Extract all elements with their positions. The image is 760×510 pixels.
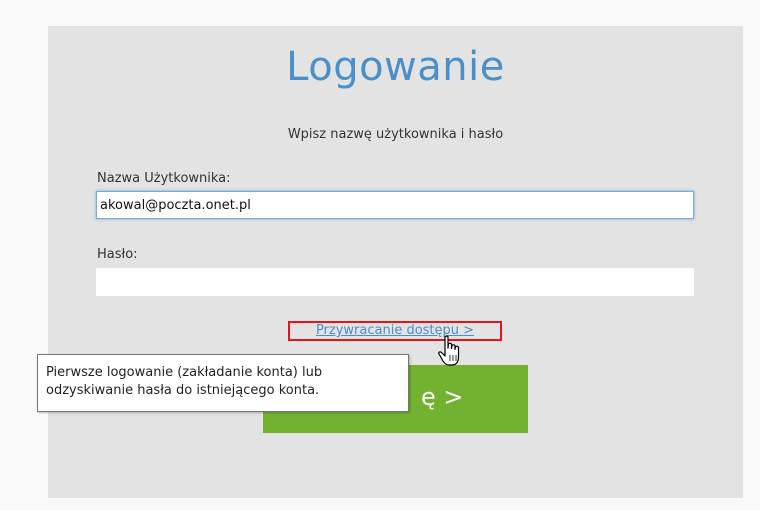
username-label: Nazwa Użytkownika: <box>97 171 231 186</box>
login-button-label: ę > <box>421 383 464 411</box>
tooltip-line-2: odzyskiwanie hasła do istniejącego konta… <box>46 383 320 398</box>
username-field[interactable] <box>96 191 694 219</box>
login-panel: Logowanie Wpisz nazwę użytkownika i hasł… <box>48 26 743 498</box>
password-label: Hasło: <box>97 247 138 262</box>
hand-pointer-icon <box>438 335 460 366</box>
page-title: Logowanie <box>286 44 505 90</box>
tooltip: Pierwsze logowanie (zakładanie konta) lu… <box>37 354 409 412</box>
login-subtitle: Wpisz nazwę użytkownika i hasło <box>287 127 504 142</box>
recover-access-link[interactable]: Przywracanie dostępu > <box>288 321 502 341</box>
tooltip-line-1: Pierwsze logowanie (zakładanie konta) lu… <box>46 365 323 380</box>
password-field[interactable] <box>96 268 694 296</box>
